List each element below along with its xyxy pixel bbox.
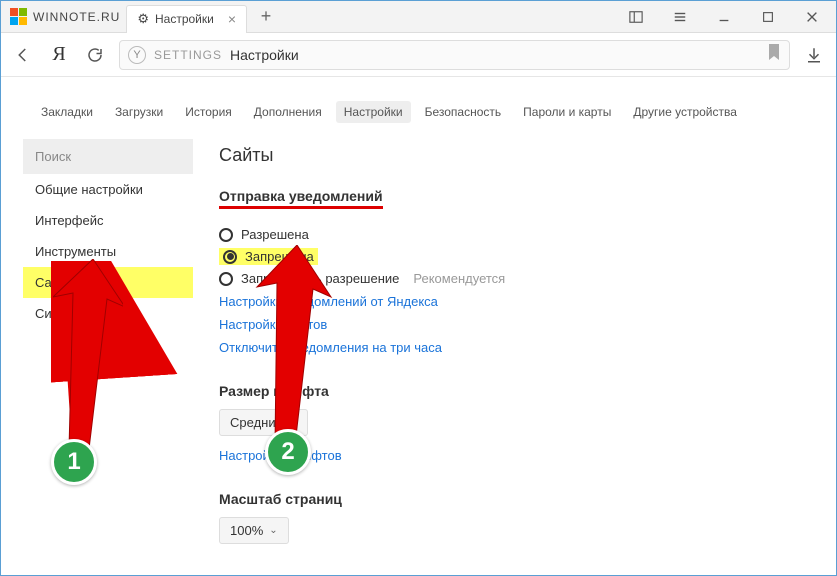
- topnav-addons[interactable]: Дополнения: [246, 101, 330, 123]
- settings-panel: Сайты Отправка уведомлений Разрешена Зап…: [213, 139, 814, 575]
- reload-button[interactable]: [83, 43, 107, 67]
- address-title: Настройки: [230, 47, 299, 63]
- radio-denied[interactable]: Запрещена: [219, 248, 808, 265]
- window-title: WINNOTE.RU: [33, 10, 120, 24]
- radio-allowed[interactable]: Разрешена: [219, 227, 808, 242]
- maximize-button[interactable]: [748, 2, 788, 32]
- main: Поиск Общие настройки Интерфейс Инструме…: [23, 139, 814, 575]
- sidebar-search[interactable]: Поиск: [23, 139, 193, 174]
- radio-ask[interactable]: Запрашивать разрешение Рекомендуется: [219, 271, 808, 286]
- tab-strip: ⚙ Настройки × +: [120, 1, 612, 32]
- close-button[interactable]: [792, 2, 832, 32]
- zoom-title: Масштаб страниц: [219, 491, 808, 507]
- annotation-badge-1: 1: [51, 439, 97, 485]
- menu-icon[interactable]: [660, 2, 700, 32]
- window-controls: [612, 2, 836, 32]
- content: Закладки Загрузки История Дополнения Нас…: [1, 77, 836, 575]
- topnav-passwords[interactable]: Пароли и карты: [515, 101, 619, 123]
- address-bar[interactable]: Y SETTINGS Настройки: [119, 40, 790, 70]
- site-icon: Y: [128, 46, 146, 64]
- zoom-section: Масштаб страниц 100% ⌄: [219, 491, 808, 544]
- topnav-history[interactable]: История: [177, 101, 240, 123]
- settings-sidebar: Поиск Общие настройки Интерфейс Инструме…: [23, 139, 193, 575]
- topnav-settings[interactable]: Настройки: [336, 101, 411, 123]
- minimize-button[interactable]: [704, 2, 744, 32]
- radio-icon-checked: [223, 250, 237, 264]
- zoom-select[interactable]: 100% ⌄: [219, 517, 289, 544]
- sidebar-item-tools[interactable]: Инструменты: [23, 236, 193, 267]
- new-tab-button[interactable]: +: [253, 6, 279, 27]
- close-tab-icon[interactable]: ×: [228, 11, 236, 27]
- topnav-devices[interactable]: Другие устройства: [625, 101, 745, 123]
- notifications-title: Отправка уведомлений: [219, 188, 383, 209]
- sidebar-item-general[interactable]: Общие настройки: [23, 174, 193, 205]
- sidebar-toggle-icon[interactable]: [616, 2, 656, 32]
- link-site-settings[interactable]: Настройки сайтов: [219, 317, 808, 332]
- titlebar: WINNOTE.RU ⚙ Настройки × +: [1, 1, 836, 33]
- fontsize-title: Размер шрифта: [219, 383, 808, 399]
- topnav-bookmarks[interactable]: Закладки: [33, 101, 101, 123]
- notifications-section: Отправка уведомлений Разрешена Запрещена…: [219, 188, 808, 355]
- link-disable-3h[interactable]: Отключить уведомления на три часа: [219, 340, 808, 355]
- select-value: Средний: [230, 415, 283, 430]
- link-yandex-notifications[interactable]: Настройки уведомлений от Яндекса: [219, 294, 808, 309]
- sidebar-item-system[interactable]: Системные: [23, 298, 193, 329]
- radio-icon: [219, 228, 233, 242]
- chevron-down-icon: ⌄: [269, 525, 277, 536]
- sidebar-item-sites[interactable]: Сайты: [23, 267, 193, 298]
- radio-icon: [219, 272, 233, 286]
- gear-icon: ⚙: [137, 11, 149, 27]
- toolbar: Я Y SETTINGS Настройки: [1, 33, 836, 77]
- radio-label: Запрещена: [245, 249, 314, 264]
- bookmark-icon[interactable]: [767, 44, 781, 65]
- back-button[interactable]: [11, 43, 35, 67]
- yandex-home-button[interactable]: Я: [47, 43, 71, 67]
- downloads-button[interactable]: [802, 43, 826, 67]
- app-logo-icon: [9, 8, 27, 26]
- panel-heading: Сайты: [219, 145, 808, 166]
- recommended-label: Рекомендуется: [413, 271, 505, 286]
- sidebar-item-interface[interactable]: Интерфейс: [23, 205, 193, 236]
- annotation-badge-2: 2: [265, 429, 311, 475]
- settings-topnav: Закладки Загрузки История Дополнения Нас…: [23, 87, 814, 139]
- chevron-down-icon: ⌄: [289, 417, 297, 428]
- topnav-security[interactable]: Безопасность: [417, 101, 510, 123]
- tab-label: Настройки: [155, 12, 214, 26]
- select-value: 100%: [230, 523, 263, 538]
- address-protocol: SETTINGS: [154, 48, 222, 62]
- radio-label: Запрашивать разрешение: [241, 271, 399, 286]
- radio-label: Разрешена: [241, 227, 309, 242]
- topnav-downloads[interactable]: Загрузки: [107, 101, 171, 123]
- tab-settings[interactable]: ⚙ Настройки ×: [126, 5, 247, 33]
